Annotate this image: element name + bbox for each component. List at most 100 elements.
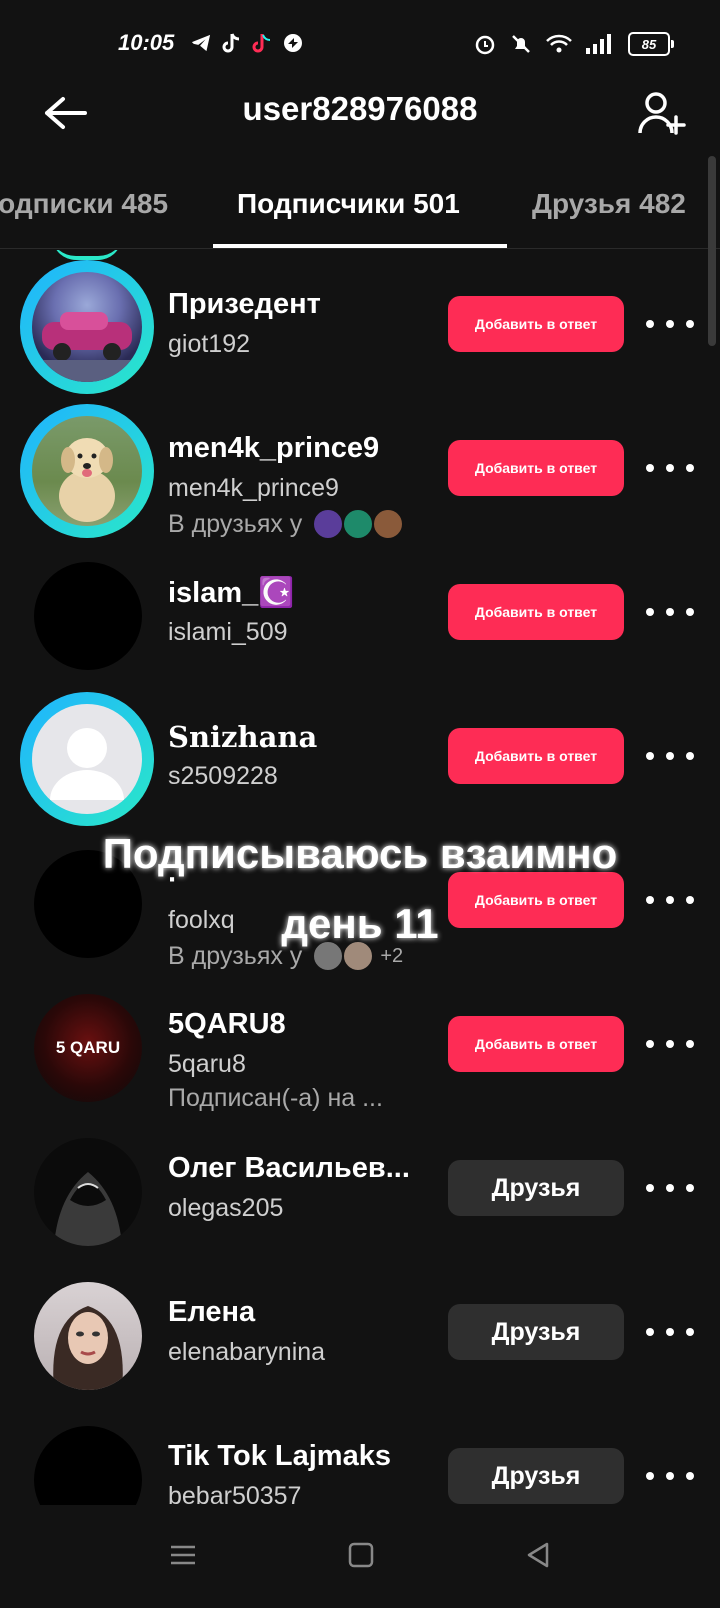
user-name: Tik Tok Lajmaks	[168, 1440, 391, 1472]
user-name: islam_☪️	[168, 577, 295, 609]
system-icons: 85	[474, 32, 674, 56]
more-options-icon[interactable]	[646, 598, 694, 626]
avatar-ring	[20, 404, 154, 538]
user-handle: giot192	[168, 330, 251, 358]
car-image	[32, 312, 142, 382]
mutual-friends-label: В друзьях у	[168, 509, 303, 538]
more-options-icon[interactable]	[646, 1174, 694, 1202]
avatar-frame	[20, 1268, 154, 1402]
page-title: user828976088	[242, 90, 478, 127]
more-options-icon[interactable]	[646, 1318, 694, 1346]
hooded-figure-image	[54, 1172, 122, 1246]
follow-back-button[interactable]: Добавить в ответ	[448, 440, 624, 496]
list-item[interactable]: Олег Васильев... olegas205 Друзья	[0, 1114, 720, 1258]
avatar-frame: 5 QARU	[20, 980, 154, 1114]
system-nav-bar	[0, 1505, 720, 1608]
default-avatar-icon	[50, 728, 124, 800]
user-name: Призедент	[168, 288, 321, 320]
user-handle: olegas205	[168, 1194, 284, 1222]
mini-avatar	[372, 508, 405, 540]
top-bar: user828976088	[0, 80, 720, 146]
menu-button[interactable]	[163, 1535, 203, 1575]
user-handle: elenabarynina	[168, 1338, 326, 1366]
alarm-icon	[475, 35, 495, 55]
avatar-logo-text: 5 QARU	[55, 1038, 121, 1057]
tab-followers[interactable]: Подписчики 501	[237, 188, 460, 220]
woman-portrait-image	[53, 1306, 123, 1390]
avatar[interactable]	[32, 416, 142, 526]
notification-icons	[190, 32, 304, 54]
user-handle: 5qaru8	[168, 1050, 246, 1078]
tab-friends[interactable]: Друзья 482	[532, 188, 686, 220]
avatar[interactable]	[34, 1426, 142, 1505]
more-options-icon[interactable]	[646, 742, 694, 770]
more-options-icon[interactable]	[646, 1030, 694, 1058]
list-item[interactable]: Призедент giot192 Добавить в ответ	[0, 250, 720, 394]
friends-button[interactable]: Друзья	[448, 1448, 624, 1504]
battery-icon: 85	[628, 32, 674, 56]
mini-avatar	[312, 508, 345, 540]
follow-back-button[interactable]: Добавить в ответ	[448, 584, 624, 640]
mutual-friends: В друзьях у	[168, 508, 405, 540]
list-item[interactable]: islam_☪️ islami_509 Добавить в ответ	[0, 538, 720, 682]
system-back-button[interactable]	[518, 1535, 558, 1575]
user-handle: s2509228	[168, 762, 278, 790]
user-name: Snizhana	[168, 720, 318, 754]
active-tab-indicator	[213, 244, 507, 248]
follow-back-button[interactable]: Добавить в ответ	[448, 296, 624, 352]
tab-following[interactable]: Подписки 485	[0, 188, 168, 220]
avatar[interactable]	[34, 562, 142, 670]
follow-status-text: Подписан(-а) на ...	[168, 1084, 383, 1112]
list-item[interactable]: Snizhana s2509228 Добавить в ответ	[0, 682, 720, 826]
overlay-caption-line1: Подписываюсь взаимно	[102, 830, 618, 877]
friends-button[interactable]: Друзья	[448, 1160, 624, 1216]
home-square-icon	[348, 1542, 374, 1568]
follow-back-button[interactable]: Добавить в ответ	[448, 1016, 624, 1072]
more-options-icon[interactable]	[646, 310, 694, 338]
user-name: Елена	[168, 1296, 256, 1328]
status-bar: 10:05 85	[0, 0, 720, 92]
avatar[interactable]	[34, 1282, 142, 1390]
avatar-ring	[20, 692, 154, 826]
telegram-icon	[191, 34, 211, 52]
add-user-button[interactable]	[634, 86, 690, 142]
user-handle: islami_509	[168, 618, 288, 646]
signal-icon	[586, 34, 611, 54]
back-triangle-icon	[527, 1542, 549, 1568]
follow-back-button[interactable]: Добавить в ответ	[448, 728, 624, 784]
mute-icon	[512, 35, 530, 53]
home-button[interactable]	[341, 1535, 381, 1575]
friends-button[interactable]: Друзья	[448, 1304, 624, 1360]
battery-level: 85	[641, 36, 657, 52]
user-name: 5QARU8	[168, 1008, 286, 1040]
list-item[interactable]: Елена elenabarynina Друзья	[0, 1258, 720, 1402]
tiktok-icon	[222, 33, 240, 53]
avatar[interactable]	[32, 704, 142, 814]
follow-status: Подписан(-а) на ...	[168, 1084, 383, 1113]
tiktok-icon	[252, 34, 271, 53]
add-user-icon	[638, 92, 686, 135]
menu-icon	[171, 1545, 195, 1565]
avatar-ring	[20, 260, 154, 394]
wifi-icon	[546, 34, 572, 53]
list-item[interactable]: Tik Tok Lajmaks bebar50357 Друзья	[0, 1402, 720, 1505]
overlay-caption-line2: день 11	[281, 900, 439, 947]
more-options-icon[interactable]	[646, 454, 694, 482]
status-time: 10:05	[118, 30, 175, 55]
tab-bar: Подписки 485 Подписчики 501 Друзья 482	[0, 178, 720, 249]
avatar-frame	[20, 1412, 154, 1505]
avatar-frame	[20, 1124, 154, 1258]
dog-image	[59, 438, 115, 522]
list-item[interactable]: 5 QARU 5QARU8 5qaru8 Подписан(-а) на ...…	[0, 970, 720, 1114]
user-handle: men4k_prince9	[168, 474, 339, 502]
list-item[interactable]: men4k_prince9 men4k_prince9 В друзьях у …	[0, 394, 720, 540]
mini-avatar	[342, 508, 375, 540]
avatar-frame	[20, 548, 154, 682]
avatar[interactable]: 5 QARU	[34, 994, 142, 1102]
more-options-icon[interactable]	[646, 1462, 694, 1490]
vpn-icon	[284, 34, 302, 52]
user-name: Олег Васильев...	[168, 1152, 410, 1184]
user-name: men4k_prince9	[168, 432, 380, 464]
avatar[interactable]	[34, 1138, 142, 1246]
avatar[interactable]	[32, 272, 142, 382]
